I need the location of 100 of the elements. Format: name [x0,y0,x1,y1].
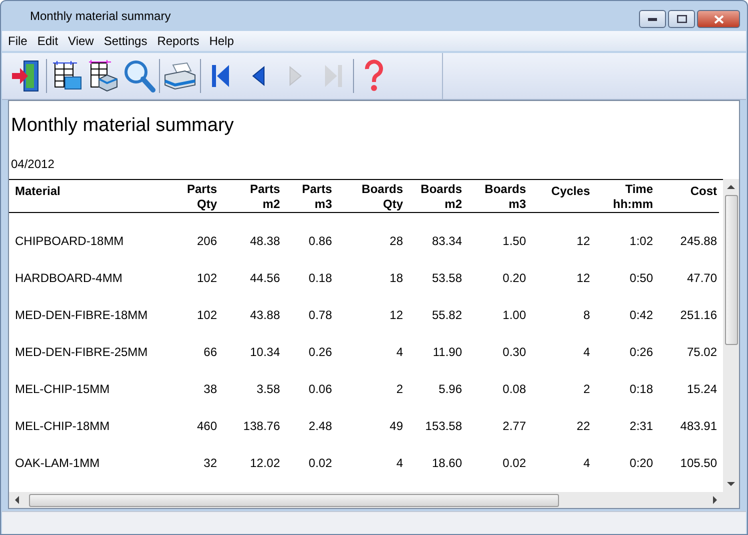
table-cell-text: 18.60 [430,455,462,472]
table-cell-text: 2 [395,381,403,398]
close-icon [714,14,724,24]
table-cell-text: 0:20 [628,455,653,472]
column-header: Cycles [551,184,590,199]
print-preview-icon [87,59,119,93]
table-cell-text: 8 [582,307,590,324]
menu-item[interactable]: View [68,34,102,48]
column-header: Cost [690,184,717,199]
table-cell-text: 32 [202,455,217,472]
horizontal-scrollbar[interactable] [9,492,723,508]
table-cell-text: 53.58 [430,270,462,287]
table-cell-text: HARDBOARD-4MM [14,270,124,287]
table-cell-text: 49 [388,418,403,435]
table-cell-text: 10.34 [248,344,280,361]
close-button[interactable] [697,10,740,28]
menu-item[interactable]: File [8,34,36,48]
table-cell-text: 0.30 [502,344,526,361]
table-cell-text: 251.16 [679,307,717,324]
table-cell-text: OAK-LAM-1MM [14,455,101,472]
table-cell-text: 15.24 [686,381,717,398]
help-icon [363,59,385,93]
table-cell-text: 3.58 [256,381,280,398]
table-cell-text: 0.20 [502,270,526,287]
table-cell-text: 4 [395,455,403,472]
table-cell-text: 0.18 [308,270,332,287]
table-cell-text: 11.90 [432,344,462,361]
table-cell-text: 105.50 [679,455,717,472]
scroll-left-icon[interactable] [15,496,19,504]
report-title: Monthly material summary [10,114,235,137]
table-cell-text: MED-DEN-FIBRE-18MM [14,307,149,324]
table-cell-text: 1.00 [502,307,526,324]
column-header: Parts Qty [186,182,217,212]
column-header: Material [15,184,60,199]
table-cell-text: 206 [196,233,217,250]
table-cell-text: 483.91 [679,418,717,435]
table-cell-text: MEL-CHIP-18MM [14,418,111,435]
table-cell-text: 102 [196,270,217,287]
column-header: Boards Qty [362,182,403,212]
table-cell-text: 66 [202,344,217,361]
table-cell-text: 1.50 [502,233,526,250]
column-header: Parts m2 [250,182,280,212]
table-cell-text: 245.88 [679,233,717,250]
table-cell-text: 138.76 [242,418,280,435]
column-header: Parts m3 [302,182,332,212]
menu-item[interactable]: Edit [37,34,66,48]
table-cell-text: 460 [196,418,217,435]
table-cell-text: 5.96 [438,381,462,398]
table-cell-text: 0:42 [628,307,653,324]
table-cell-text: 55.82 [430,307,462,324]
scroll-up-icon[interactable] [727,185,735,189]
minimize-button[interactable] [639,10,666,28]
table-cell-text: 0.26 [308,344,332,361]
table-cell-text: 2:31 [628,418,653,435]
table-cell-text: 44.56 [248,270,280,287]
search-icon [122,59,156,93]
table-cell-text: 0.86 [308,233,332,250]
table-cell-text: 22 [576,418,590,435]
table-cell-text: 0:18 [628,381,653,398]
table-cell-text: 43.88 [248,307,280,324]
window-title: Monthly material summary [30,9,171,23]
table-cell-text: 102 [196,307,217,324]
table-cell-text: 1:02 [628,233,653,250]
table-cell-text: CHIPBOARD-18MM [14,233,125,250]
column-header: Boards m2 [420,182,462,212]
menu-item[interactable]: Reports [157,34,208,48]
table-cell-text: 0.02 [502,455,526,472]
scroll-down-icon[interactable] [727,482,735,486]
table-cell-text: 12 [576,270,590,287]
table-cell-text: 12.02 [248,455,280,472]
table-cell-text: 4 [582,344,590,361]
table-cell-text: 2.48 [308,418,332,435]
table-cell-text: 48.38 [248,233,280,250]
minimize-icon [648,18,657,20]
table-cell-text: 38 [202,381,217,398]
table-cell-text: 28 [388,233,403,250]
menu-item[interactable]: Help [209,34,242,48]
table-cell-text: 0.02 [308,455,332,472]
vertical-scrollbar[interactable] [723,179,739,508]
table-cell-text: 4 [582,455,590,472]
table-cell-text: 2.77 [502,418,526,435]
printer-icon [163,61,197,91]
maximize-button[interactable] [668,10,695,28]
table-cell-text: 0:50 [628,270,653,287]
table-cell-text: 0:26 [628,344,653,361]
table-cell-text: MED-DEN-FIBRE-25MM [14,344,149,361]
table-cell-text: 75.02 [686,344,717,361]
table-cell-text: 153.58 [424,418,462,435]
table-cell-text: 0.06 [308,381,332,398]
table-cell-text: 0.78 [308,307,332,324]
column-header: Boards m3 [484,182,526,212]
table-cell-text: 12 [576,233,590,250]
table-cell-text: 47.70 [686,270,717,287]
table-cell-text: MEL-CHIP-15MM [14,381,111,398]
table-cell-text: 2 [582,381,590,398]
table-cell-text: 0.08 [502,381,526,398]
menu-item[interactable]: Settings [104,34,156,48]
report-period: 04/2012 [10,156,56,171]
scroll-right-icon[interactable] [713,496,717,504]
table-cell-text: 4 [395,344,403,361]
